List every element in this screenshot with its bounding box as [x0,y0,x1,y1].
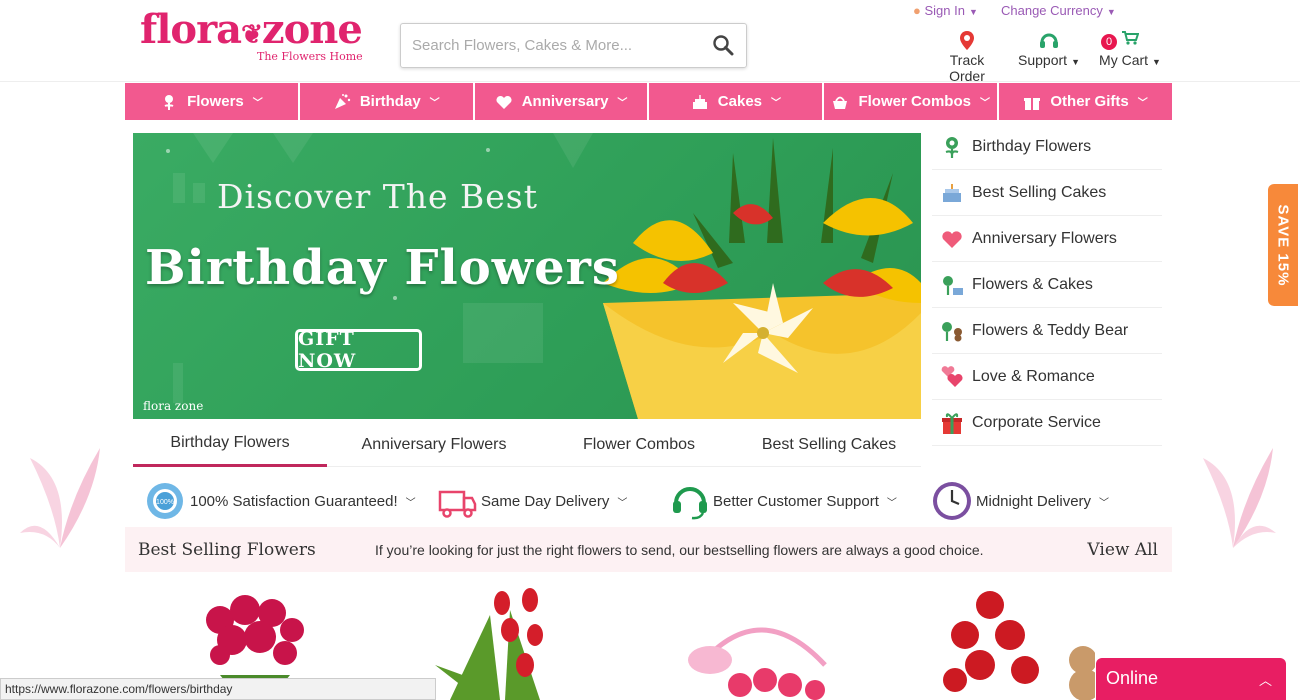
search-input[interactable] [401,24,701,67]
search-box [400,23,747,68]
leaf-decoration-icon [20,448,100,548]
side-item-corporate-service[interactable]: Corporate Service [932,400,1162,446]
features-row: 100% 100% Satisfaction Guaranteed! ﹀ Same… [125,476,1172,526]
cake-icon [692,94,707,109]
support-menu[interactable]: Support ▼ [1018,30,1080,68]
nav-flowers[interactable]: Flowers ﹀ [125,83,300,120]
chat-online-widget[interactable]: Online ︿ [1096,658,1286,700]
nav-birthday[interactable]: Birthday ﹀ [300,83,475,120]
side-item-best-selling-cakes[interactable]: Best Selling Cakes [932,170,1162,216]
cart-count-badge: 0 [1101,34,1117,50]
banner-title: Birthday Flowers [145,240,620,296]
feature-customer-support[interactable]: Better Customer Support ﹀ [670,481,897,521]
chevron-down-icon: ﹀ [429,98,440,109]
bouquet-illustration [603,138,921,419]
map-pin-icon [960,31,974,50]
chevron-down-icon: ﹀ [979,98,990,109]
leaf-logo-icon: ❦ [241,20,263,50]
basket-icon [833,96,848,109]
status-url-bar: https://www.florazone.com/flowers/birthd… [0,678,436,700]
feature-same-day[interactable]: Same Day Delivery ﹀ [437,482,627,520]
site-logo[interactable]: flora❦zone The Flowers Home [140,8,363,64]
feature-satisfaction[interactable]: 100% 100% Satisfaction Guaranteed! ﹀ [145,481,416,521]
logo-tagline: The Flowers Home [257,50,363,63]
side-item-flowers-teddy[interactable]: Flowers & Teddy Bear [932,308,1162,354]
side-item-birthday-flowers[interactable]: Birthday Flowers [932,124,1162,170]
cart-icon [1122,31,1139,45]
feature-midnight-delivery[interactable]: Midnight Delivery ﹀ [931,480,1109,522]
track-order-link[interactable]: Track Order [932,30,1002,84]
view-all-link[interactable]: View All [1087,540,1158,560]
main-nav: Flowers ﹀ Birthday ﹀ Anniversary ﹀ Cakes ﹀ F… [125,83,1172,120]
tab-anniversary-flowers[interactable]: Anniversary Flowers [327,422,541,467]
side-item-flowers-cakes[interactable]: Flowers & Cakes [932,262,1162,308]
clock-icon [933,482,971,520]
chevron-down-icon: ﹀ [1099,497,1110,509]
side-item-love-romance[interactable]: Love & Romance [932,354,1162,400]
chevron-down-icon: ﹀ [617,98,628,109]
cake-icon [943,183,961,202]
top-header: flora❦zone The Flowers Home ● Sign In▼ C… [0,0,1300,84]
section-description: If you’re looking for just the right flo… [375,541,984,558]
chevron-down-icon: ﹀ [252,98,263,109]
badge-icon: 100% [147,483,183,519]
tab-flower-combos[interactable]: Flower Combos [541,422,737,467]
search-icon[interactable] [712,34,734,56]
change-currency-link[interactable]: Change Currency ▼ [1001,3,1116,18]
chevron-down-icon: ﹀ [617,497,628,509]
teddy-icon [942,321,962,341]
chevron-down-icon: ﹀ [405,497,416,509]
nav-anniversary[interactable]: Anniversary ﹀ [475,83,650,120]
headset-icon [673,487,707,520]
truck-icon [438,490,477,518]
nav-other-gifts[interactable]: Other Gifts ﹀ [999,83,1172,120]
category-tabs: Birthday Flowers Anniversary Flowers Flo… [133,422,921,467]
nav-cakes[interactable]: Cakes ﹀ [649,83,825,120]
gift-now-button[interactable]: GIFT NOW [295,328,422,372]
hearts-icon [941,365,963,387]
chevron-down-icon: ﹀ [886,497,897,509]
best-selling-header: Best Selling Flowers If you’re looking f… [125,527,1172,572]
product-image[interactable] [430,585,570,700]
party-popper-icon [334,93,351,109]
svg-text:100%: 100% [156,499,174,506]
tab-best-selling-cakes[interactable]: Best Selling Cakes [737,422,921,467]
side-category-list: Birthday Flowers Best Selling Cakes Anni… [932,124,1162,446]
chevron-down-icon: ﹀ [771,98,781,109]
flower-icon [945,136,959,158]
headset-icon [1040,33,1058,48]
side-item-anniversary-flowers[interactable]: Anniversary Flowers [932,216,1162,262]
save-15-tab[interactable]: SAVE 15% [1268,184,1298,306]
banner-logo: flora zone [143,399,204,413]
nav-flower-combos[interactable]: Flower Combos ﹀ [824,83,1000,120]
gift-icon [1024,97,1041,110]
product-image[interactable] [935,585,1095,700]
section-title: Best Selling Flowers [138,539,316,560]
cart-link[interactable]: 0 My Cart ▼ [1099,30,1161,68]
hero-banner[interactable]: Discover The Best Birthday Flowers GIFT … [133,133,921,419]
flower-icon [164,94,174,110]
heart-icon [942,230,962,248]
chevron-up-icon: ︿ [1258,673,1272,688]
gift-icon [942,412,962,434]
user-icon: ● [913,3,921,18]
hearts-icon [496,95,512,109]
sign-in-link[interactable]: ● Sign In ▼ [913,3,978,18]
product-image[interactable] [680,585,840,700]
chevron-down-icon: ﹀ [1137,98,1148,109]
banner-subtitle: Discover The Best [217,177,538,216]
flower-cake-icon [943,275,963,295]
leaf-decoration-icon [1203,448,1276,548]
tab-birthday-flowers[interactable]: Birthday Flowers [133,422,327,467]
